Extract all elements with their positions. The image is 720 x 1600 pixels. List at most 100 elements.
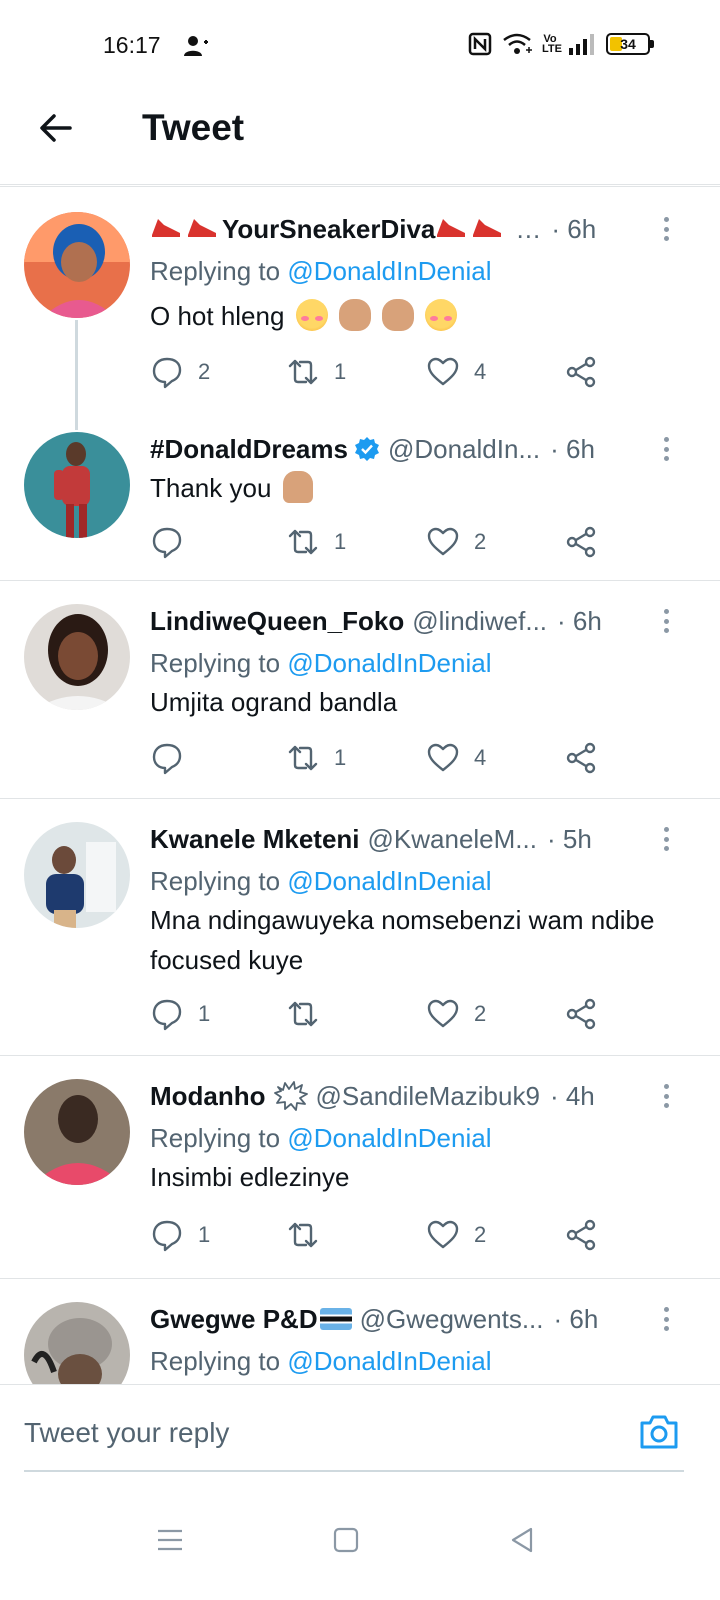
tweet-item[interactable]: LindiweQueen_Foko @lindiwef... · 6h Repl… (0, 582, 720, 799)
reply-feed[interactable]: YourSneakerDiva … · 6h Replying to @Dona… (0, 186, 720, 1384)
avatar-image (24, 1079, 130, 1185)
display-name[interactable]: #DonaldDreams (150, 432, 348, 466)
smiling-face-emoji-icon (295, 299, 328, 331)
page-title: Tweet (142, 107, 245, 148)
more-options-button[interactable] (656, 606, 676, 636)
like-button[interactable]: 2 (426, 994, 486, 1034)
more-options-button[interactable] (656, 214, 676, 244)
reply-button[interactable] (150, 738, 198, 778)
share-icon (566, 742, 596, 774)
mention-link[interactable]: @DonaldInDenial (287, 866, 491, 896)
replying-prefix: Replying to (150, 866, 288, 896)
heart-icon (427, 1220, 459, 1249)
heart-icon (427, 527, 459, 556)
speech-burst-emoji-icon (273, 1081, 308, 1111)
share-button[interactable] (564, 738, 598, 778)
share-button[interactable] (564, 352, 598, 392)
display-name[interactable]: Modanho (150, 1079, 266, 1113)
retweet-button[interactable] (286, 1215, 334, 1255)
display-name[interactable]: Gwegwe P&D (150, 1302, 318, 1336)
tweet-text: Thank you (150, 468, 660, 508)
like-count: 4 (474, 359, 487, 384)
like-button[interactable]: 2 (426, 1215, 486, 1255)
avatar-image (24, 1302, 130, 1384)
back-button[interactable] (34, 106, 78, 150)
menu-icon (158, 1529, 182, 1551)
retweet-button[interactable]: 1 (286, 352, 346, 392)
share-button[interactable] (564, 994, 598, 1034)
camera-button[interactable] (638, 1413, 680, 1451)
menu-button[interactable] (140, 1510, 200, 1570)
nfc-icon (468, 32, 492, 56)
avatar[interactable] (24, 822, 130, 928)
tweet-item[interactable]: YourSneakerDiva … · 6h Replying to @Dona… (0, 186, 720, 430)
comment-icon (152, 999, 182, 1031)
more-options-button[interactable] (656, 1304, 676, 1334)
share-icon (566, 998, 596, 1030)
botswana-flag-emoji-icon (319, 1308, 352, 1330)
share-button[interactable] (564, 1215, 598, 1255)
retweet-icon (288, 745, 318, 771)
like-button[interactable]: 4 (426, 738, 486, 778)
retweet-icon (288, 1222, 318, 1248)
folded-hands-emoji-icon (282, 471, 313, 503)
home-button[interactable] (316, 1510, 376, 1570)
retweet-button[interactable] (286, 994, 334, 1034)
display-name[interactable]: YourSneakerDiva (222, 212, 435, 246)
timestamp: · 6h (557, 606, 602, 636)
system-back-button[interactable] (492, 1510, 552, 1570)
ok-hand-emoji-icon (382, 299, 415, 331)
replying-prefix: Replying to (150, 256, 288, 286)
like-button[interactable]: 4 (426, 352, 486, 392)
more-options-button[interactable] (656, 434, 676, 464)
avatar[interactable] (24, 1079, 130, 1185)
smiling-face-emoji-icon (425, 299, 458, 331)
retweet-button[interactable]: 1 (286, 738, 346, 778)
display-name[interactable]: LindiweQueen_Foko (150, 604, 404, 638)
more-options-button[interactable] (656, 824, 676, 854)
comment-icon (152, 743, 182, 775)
more-options-button[interactable] (656, 1081, 676, 1111)
share-button[interactable] (564, 522, 598, 562)
mention-link[interactable]: @DonaldInDenial (287, 1346, 491, 1376)
tweet-text: Insimbi edlezinye (150, 1162, 350, 1192)
mention-link[interactable]: @DonaldInDenial (287, 256, 491, 286)
mention-link[interactable]: @DonaldInDenial (287, 1123, 491, 1153)
like-button[interactable]: 2 (426, 522, 486, 562)
avatar[interactable] (24, 432, 130, 538)
tweet-actions: 2 1 4 (150, 352, 620, 392)
avatar[interactable] (24, 1302, 130, 1384)
tweet-actions: 1 2 (150, 522, 620, 562)
share-icon (566, 526, 596, 558)
verified-badge-icon (354, 437, 379, 461)
reply-button[interactable]: 2 (150, 352, 210, 392)
tweet-item[interactable]: Modanho @SandileMazibuk9 · 4h Replying t… (0, 1057, 720, 1279)
replying-to: Replying to @DonaldInDenial (150, 646, 492, 680)
reply-button[interactable] (150, 522, 198, 562)
avatar[interactable] (24, 604, 130, 710)
sneaker-emoji-icon (152, 219, 180, 240)
tweet-reply-input[interactable] (24, 1413, 584, 1453)
avatar-image (24, 432, 130, 538)
tweet-item[interactable]: Gwegwe P&D @Gwegwents... · 6h Replying t… (0, 1280, 720, 1384)
reply-button[interactable]: 1 (150, 994, 210, 1034)
avatar[interactable] (24, 212, 130, 318)
reply-count: 1 (198, 1001, 211, 1026)
tweet-item[interactable]: #DonaldDreams @DonaldIn... · 6h Thank yo… (0, 406, 720, 581)
wifi-icon (503, 33, 532, 54)
display-name[interactable]: Kwanele Mketeni (150, 822, 360, 856)
tweet-actions: 1 4 (150, 738, 620, 778)
tweet-header: #DonaldDreams @DonaldIn... · 6h (150, 432, 660, 466)
like-count: 2 (474, 529, 487, 554)
retweet-button[interactable]: 1 (286, 522, 346, 562)
avatar-image (24, 604, 130, 710)
sneaker-emoji-icon (188, 219, 216, 240)
person-add-icon (184, 36, 208, 56)
retweet-count: 1 (334, 529, 347, 554)
tweet-item[interactable]: Kwanele Mketeni @KwaneleM... · 5h Replyi… (0, 800, 720, 1056)
tweet-text: Mna ndingawuyeka nomsebenzi wam ndibe fo… (150, 905, 655, 975)
mention-link[interactable]: @DonaldInDenial (287, 648, 491, 678)
heart-icon (427, 743, 459, 772)
reply-button[interactable]: 1 (150, 1215, 210, 1255)
battery-icon: 34 (606, 33, 654, 55)
